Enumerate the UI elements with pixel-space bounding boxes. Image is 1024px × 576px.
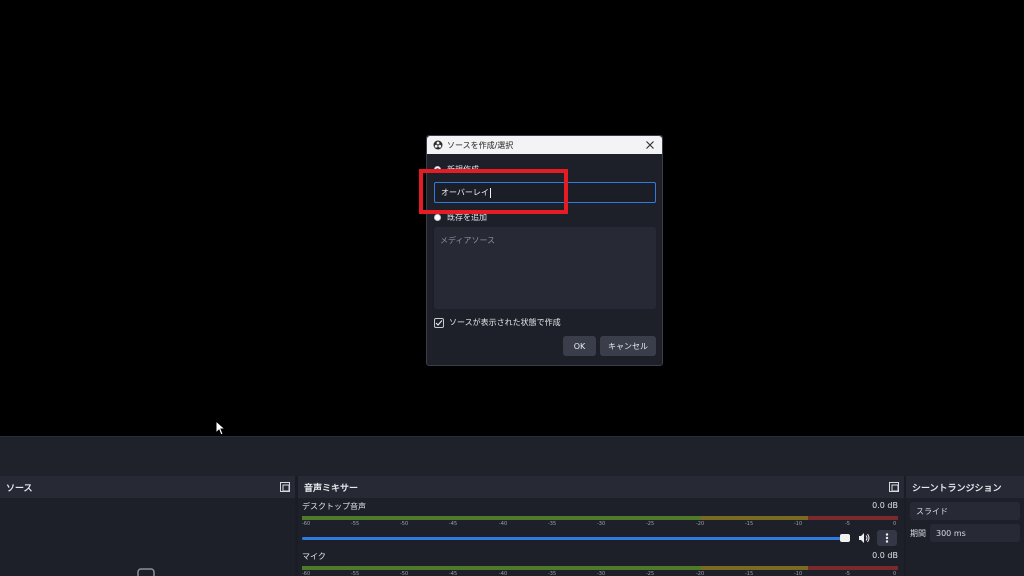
- scale-tick: -15: [745, 571, 754, 576]
- speaker-icon[interactable]: [858, 532, 870, 544]
- fader-handle[interactable]: [840, 534, 850, 542]
- scene-toolbar: [0, 436, 1024, 476]
- sources-dock: ソース: [0, 476, 295, 576]
- transitions-dock-header: シーントランジション: [906, 476, 1024, 498]
- scale-tick: -55: [351, 571, 360, 576]
- scale-tick: -35: [548, 521, 557, 527]
- checkbox-box[interactable]: [434, 317, 444, 328]
- duration-input[interactable]: 300 ms: [930, 524, 1020, 542]
- scale-tick: -15: [745, 521, 754, 527]
- sources-dock-header: ソース: [0, 476, 295, 498]
- scale-tick: -60: [302, 521, 311, 527]
- scale-tick: -5: [845, 521, 850, 527]
- scale-tick: -10: [794, 571, 803, 576]
- scale-tick: -5: [845, 571, 850, 576]
- obs-logo-icon: [433, 140, 443, 150]
- scale-tick: -45: [449, 521, 458, 527]
- visible-checkbox[interactable]: ソースが表示された状態で作成: [434, 317, 561, 328]
- cancel-button[interactable]: キャンセル: [600, 336, 656, 356]
- dialog-title: ソースを作成/選択: [447, 140, 514, 150]
- scale-tick: -50: [400, 571, 409, 576]
- channel-name: デスクトップ音声: [302, 502, 366, 511]
- volume-meter: [302, 516, 898, 520]
- radio-dot: [434, 214, 441, 221]
- channel-level: 0.0 dB: [872, 501, 898, 510]
- transition-duration-row: 期間 300 ms: [910, 524, 1020, 542]
- duration-label: 期間: [910, 528, 926, 538]
- volume-meter: [302, 566, 898, 570]
- mouse-cursor-icon: [215, 420, 227, 436]
- scale-tick: -60: [302, 571, 311, 576]
- scene-transitions-dock: シーントランジション スライド 期間 300 ms: [906, 476, 1024, 576]
- scale-tick: 0: [893, 521, 897, 527]
- undock-icon[interactable]: [280, 482, 290, 492]
- undock-icon[interactable]: [889, 482, 899, 492]
- dialog-titlebar: ソースを作成/選択: [427, 136, 662, 154]
- scale-tick: 0: [893, 571, 897, 576]
- mixer-channel-mic: マイク 0.0 dB -60 -55 -50 -45 -40 -35 -30 -…: [298, 548, 904, 576]
- close-icon[interactable]: [644, 139, 656, 151]
- scale-tick: -50: [400, 521, 409, 527]
- volume-fader[interactable]: [302, 530, 898, 546]
- mixer-dock-title: 音声ミキサー: [304, 483, 359, 494]
- meter-scale: -60 -55 -50 -45 -40 -35 -30 -25 -20 -15 …: [302, 521, 898, 529]
- mixer-channel-desktop-audio: デスクトップ音声 0.0 dB -60 -55 -50 -45 -40 -35 …: [298, 498, 904, 548]
- sources-dock-title: ソース: [6, 483, 33, 494]
- highlight-annotation-box: [419, 169, 568, 214]
- checkmark-icon: [435, 319, 443, 326]
- meter-scale: -60 -55 -50 -45 -40 -35 -30 -25 -20 -15 …: [302, 571, 898, 576]
- transitions-dock-title: シーントランジション: [912, 483, 1002, 494]
- scale-tick: -25: [646, 521, 655, 527]
- eye-icon: [137, 568, 155, 576]
- scale-tick: -20: [696, 521, 705, 527]
- scale-tick: -25: [646, 571, 655, 576]
- channel-name: マイク: [302, 552, 326, 561]
- scale-tick: -55: [351, 521, 360, 527]
- scale-tick: -45: [449, 571, 458, 576]
- list-item[interactable]: メディアソース: [440, 235, 650, 246]
- scale-tick: -30: [597, 571, 606, 576]
- scale-tick: -30: [597, 521, 606, 527]
- fader-track[interactable]: [302, 537, 846, 540]
- scale-tick: -40: [499, 521, 508, 527]
- channel-level: 0.0 dB: [872, 551, 898, 560]
- scale-tick: -35: [548, 571, 557, 576]
- ok-button[interactable]: OK: [563, 336, 596, 356]
- visible-checkbox-label: ソースが表示された状態で作成: [449, 318, 561, 327]
- transition-select[interactable]: スライド: [910, 502, 1020, 520]
- scale-tick: -10: [794, 521, 803, 527]
- scale-tick: -20: [696, 571, 705, 576]
- mixer-dock-header: 音声ミキサー: [298, 476, 904, 498]
- audio-mixer-dock: 音声ミキサー デスクトップ音声 0.0 dB -60 -55 -50 -45 -…: [298, 476, 904, 576]
- kebab-icon: [885, 533, 889, 543]
- scale-tick: -40: [499, 571, 508, 576]
- existing-sources-list[interactable]: メディアソース: [434, 227, 656, 309]
- channel-menu-button[interactable]: [877, 530, 897, 546]
